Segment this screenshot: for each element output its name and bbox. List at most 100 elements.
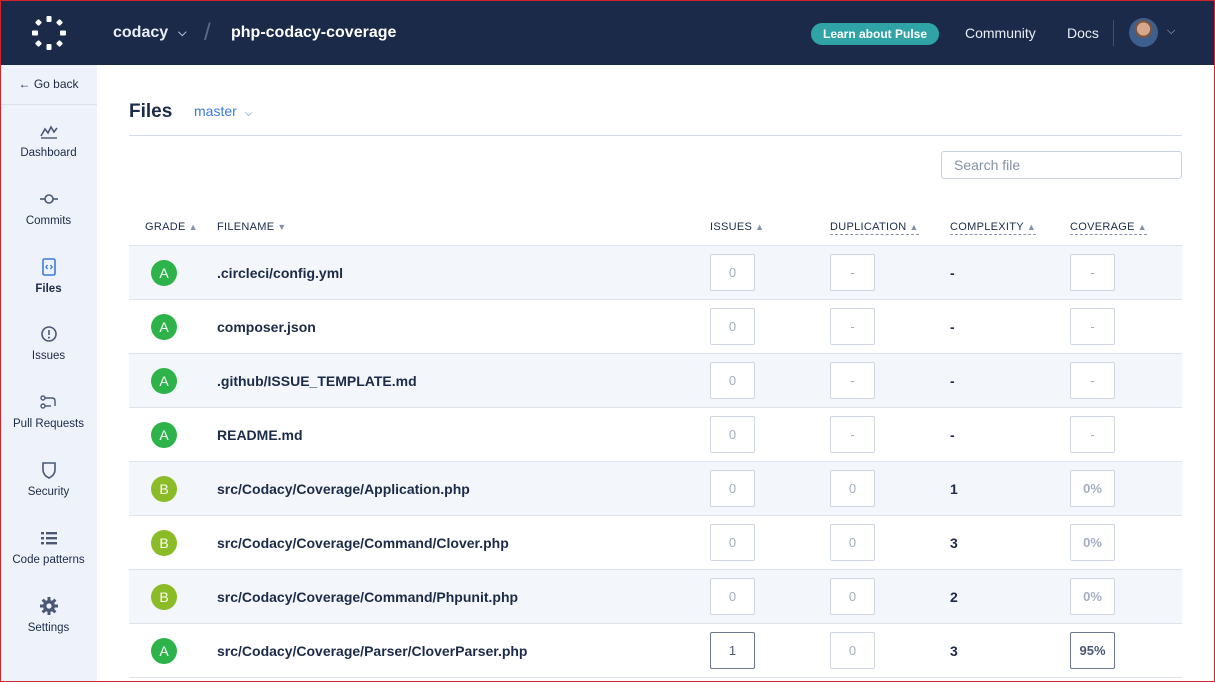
coverage-value[interactable]: 0% xyxy=(1070,524,1115,561)
issues-count[interactable]: 0 xyxy=(710,362,755,399)
sort-arrow-up-icon: ▲ xyxy=(755,222,765,232)
sidebar-item-issues[interactable]: Issues xyxy=(0,324,97,386)
codacy-logo-icon[interactable] xyxy=(31,15,67,51)
column-header-duplication[interactable]: DUPLICATION ▲ xyxy=(830,221,919,235)
duplication-value[interactable]: 0 xyxy=(830,632,875,669)
complexity-value: 1 xyxy=(950,481,958,497)
file-name-link[interactable]: src/Codacy/Coverage/Command/Phpunit.php xyxy=(217,589,518,605)
sidebar-item-label: Code patterns xyxy=(12,554,85,566)
duplication-value[interactable]: 0 xyxy=(830,578,875,615)
column-header-filename[interactable]: FILENAME ▼ xyxy=(217,221,287,233)
duplication-value[interactable]: - xyxy=(830,308,875,345)
file-name-link[interactable]: src/Codacy/Coverage/Command/Clover.php xyxy=(217,535,509,551)
complexity-value: 2 xyxy=(950,589,958,605)
duplication-value[interactable]: 0 xyxy=(830,524,875,561)
search-file-input[interactable] xyxy=(941,151,1182,179)
grade-badge: B xyxy=(151,476,177,502)
grade-badge: B xyxy=(151,584,177,610)
duplication-value[interactable]: - xyxy=(830,362,875,399)
sort-arrow-up-icon: ▲ xyxy=(1137,222,1147,232)
sidebar-item-dashboard[interactable]: Dashboard xyxy=(0,121,97,183)
table-row[interactable]: A .github/ISSUE_TEMPLATE.md 0 - - - xyxy=(129,354,1182,408)
file-name-link[interactable]: .circleci/config.yml xyxy=(217,265,343,281)
issues-count[interactable]: 0 xyxy=(710,308,755,345)
grade-badge: A xyxy=(151,314,177,340)
table-row[interactable]: B src/Codacy/Coverage/Command/Phpunit.ph… xyxy=(129,570,1182,624)
repository-name[interactable]: php-codacy-coverage xyxy=(231,24,396,42)
docs-link[interactable]: Docs xyxy=(1067,25,1099,41)
sort-arrow-down-icon: ▼ xyxy=(277,222,287,232)
sidebar-item-label: Pull Requests xyxy=(13,418,84,430)
sidebar-item-label: Issues xyxy=(31,350,66,362)
duplication-value[interactable]: - xyxy=(830,416,875,453)
shield-icon xyxy=(41,462,56,479)
table-row[interactable]: A .circleci/config.yml 0 - - - xyxy=(129,246,1182,300)
grade-badge: A xyxy=(151,260,177,286)
sort-arrow-up-icon: ▲ xyxy=(909,222,919,232)
complexity-value: 3 xyxy=(950,643,958,659)
complexity-value: - xyxy=(950,427,955,443)
sidebar-item-label: Files xyxy=(35,283,62,295)
chevron-down-icon: ⌵ xyxy=(178,26,187,39)
sidebar-item-files[interactable]: Files xyxy=(0,257,97,319)
issues-count[interactable]: 0 xyxy=(710,578,755,615)
complexity-value: - xyxy=(950,319,955,335)
organization-selector[interactable]: codacy ⌵ xyxy=(113,24,186,42)
go-back-link[interactable]: ← Go back xyxy=(0,65,97,105)
pull-request-icon xyxy=(39,395,56,409)
issues-count[interactable]: 1 xyxy=(710,632,755,669)
top-navigation-bar: codacy ⌵ / php-codacy-coverage Learn abo… xyxy=(0,0,1215,65)
table-row[interactable]: B src/Codacy/Coverage/Application.php 0 … xyxy=(129,462,1182,516)
sidebar-item-label: Commits xyxy=(25,215,72,227)
divider xyxy=(1113,20,1114,46)
divider xyxy=(129,135,1182,136)
file-code-icon xyxy=(41,258,56,276)
files-table-body: A .circleci/config.yml 0 - - - A compose… xyxy=(129,246,1182,678)
file-name-link[interactable]: src/Codacy/Coverage/Parser/CloverParser.… xyxy=(217,643,528,659)
issues-count[interactable]: 0 xyxy=(710,254,755,291)
coverage-value[interactable]: 0% xyxy=(1070,470,1115,507)
file-name-link[interactable]: .github/ISSUE_TEMPLATE.md xyxy=(217,373,417,389)
file-name-link[interactable]: composer.json xyxy=(217,319,316,335)
issues-count[interactable]: 0 xyxy=(710,470,755,507)
table-row[interactable]: A src/Codacy/Coverage/Parser/CloverParse… xyxy=(129,624,1182,678)
chevron-down-icon[interactable]: ⌵ xyxy=(1167,25,1175,38)
sidebar-item-pull-requests[interactable]: Pull Requests xyxy=(0,392,97,454)
coverage-value[interactable]: - xyxy=(1070,308,1115,345)
user-avatar[interactable] xyxy=(1129,18,1158,47)
column-header-issues[interactable]: ISSUES ▲ xyxy=(710,221,764,233)
grade-badge: A xyxy=(151,368,177,394)
coverage-value[interactable]: - xyxy=(1070,416,1115,453)
learn-about-pulse-button[interactable]: Learn about Pulse xyxy=(811,23,940,45)
gear-icon xyxy=(39,597,58,615)
sidebar-item-commits[interactable]: Commits xyxy=(0,189,97,251)
complexity-value: 3 xyxy=(950,535,958,551)
branch-name: master xyxy=(194,103,237,119)
table-row[interactable]: B src/Codacy/Coverage/Command/Clover.php… xyxy=(129,516,1182,570)
table-row[interactable]: A composer.json 0 - - - xyxy=(129,300,1182,354)
coverage-value[interactable]: 95% xyxy=(1070,632,1115,669)
coverage-value[interactable]: 0% xyxy=(1070,578,1115,615)
branch-selector[interactable]: master ⌵ xyxy=(194,103,252,119)
file-name-link[interactable]: README.md xyxy=(217,427,303,443)
sidebar-item-settings[interactable]: Settings xyxy=(0,596,97,658)
organization-name: codacy xyxy=(113,24,169,41)
file-name-link[interactable]: src/Codacy/Coverage/Application.php xyxy=(217,481,470,497)
column-header-coverage[interactable]: COVERAGE ▲ xyxy=(1070,221,1147,235)
dashboard-icon xyxy=(39,125,58,139)
coverage-value[interactable]: - xyxy=(1070,362,1115,399)
duplication-value[interactable]: - xyxy=(830,254,875,291)
alert-circle-icon xyxy=(40,326,57,342)
issues-count[interactable]: 0 xyxy=(710,524,755,561)
duplication-value[interactable]: 0 xyxy=(830,470,875,507)
coverage-value[interactable]: - xyxy=(1070,254,1115,291)
community-link[interactable]: Community xyxy=(965,25,1036,41)
issues-count[interactable]: 0 xyxy=(710,416,755,453)
column-header-grade[interactable]: GRADE ▲ xyxy=(145,221,198,233)
table-row[interactable]: A README.md 0 - - - xyxy=(129,408,1182,462)
sidebar-item-code-patterns[interactable]: Code patterns xyxy=(0,528,97,590)
sidebar: ← Go back Dashboard Commits Files Issues… xyxy=(0,65,97,682)
sidebar-item-security[interactable]: Security xyxy=(0,460,97,522)
column-header-complexity[interactable]: COMPLEXITY ▲ xyxy=(950,221,1037,235)
list-icon xyxy=(40,532,57,545)
